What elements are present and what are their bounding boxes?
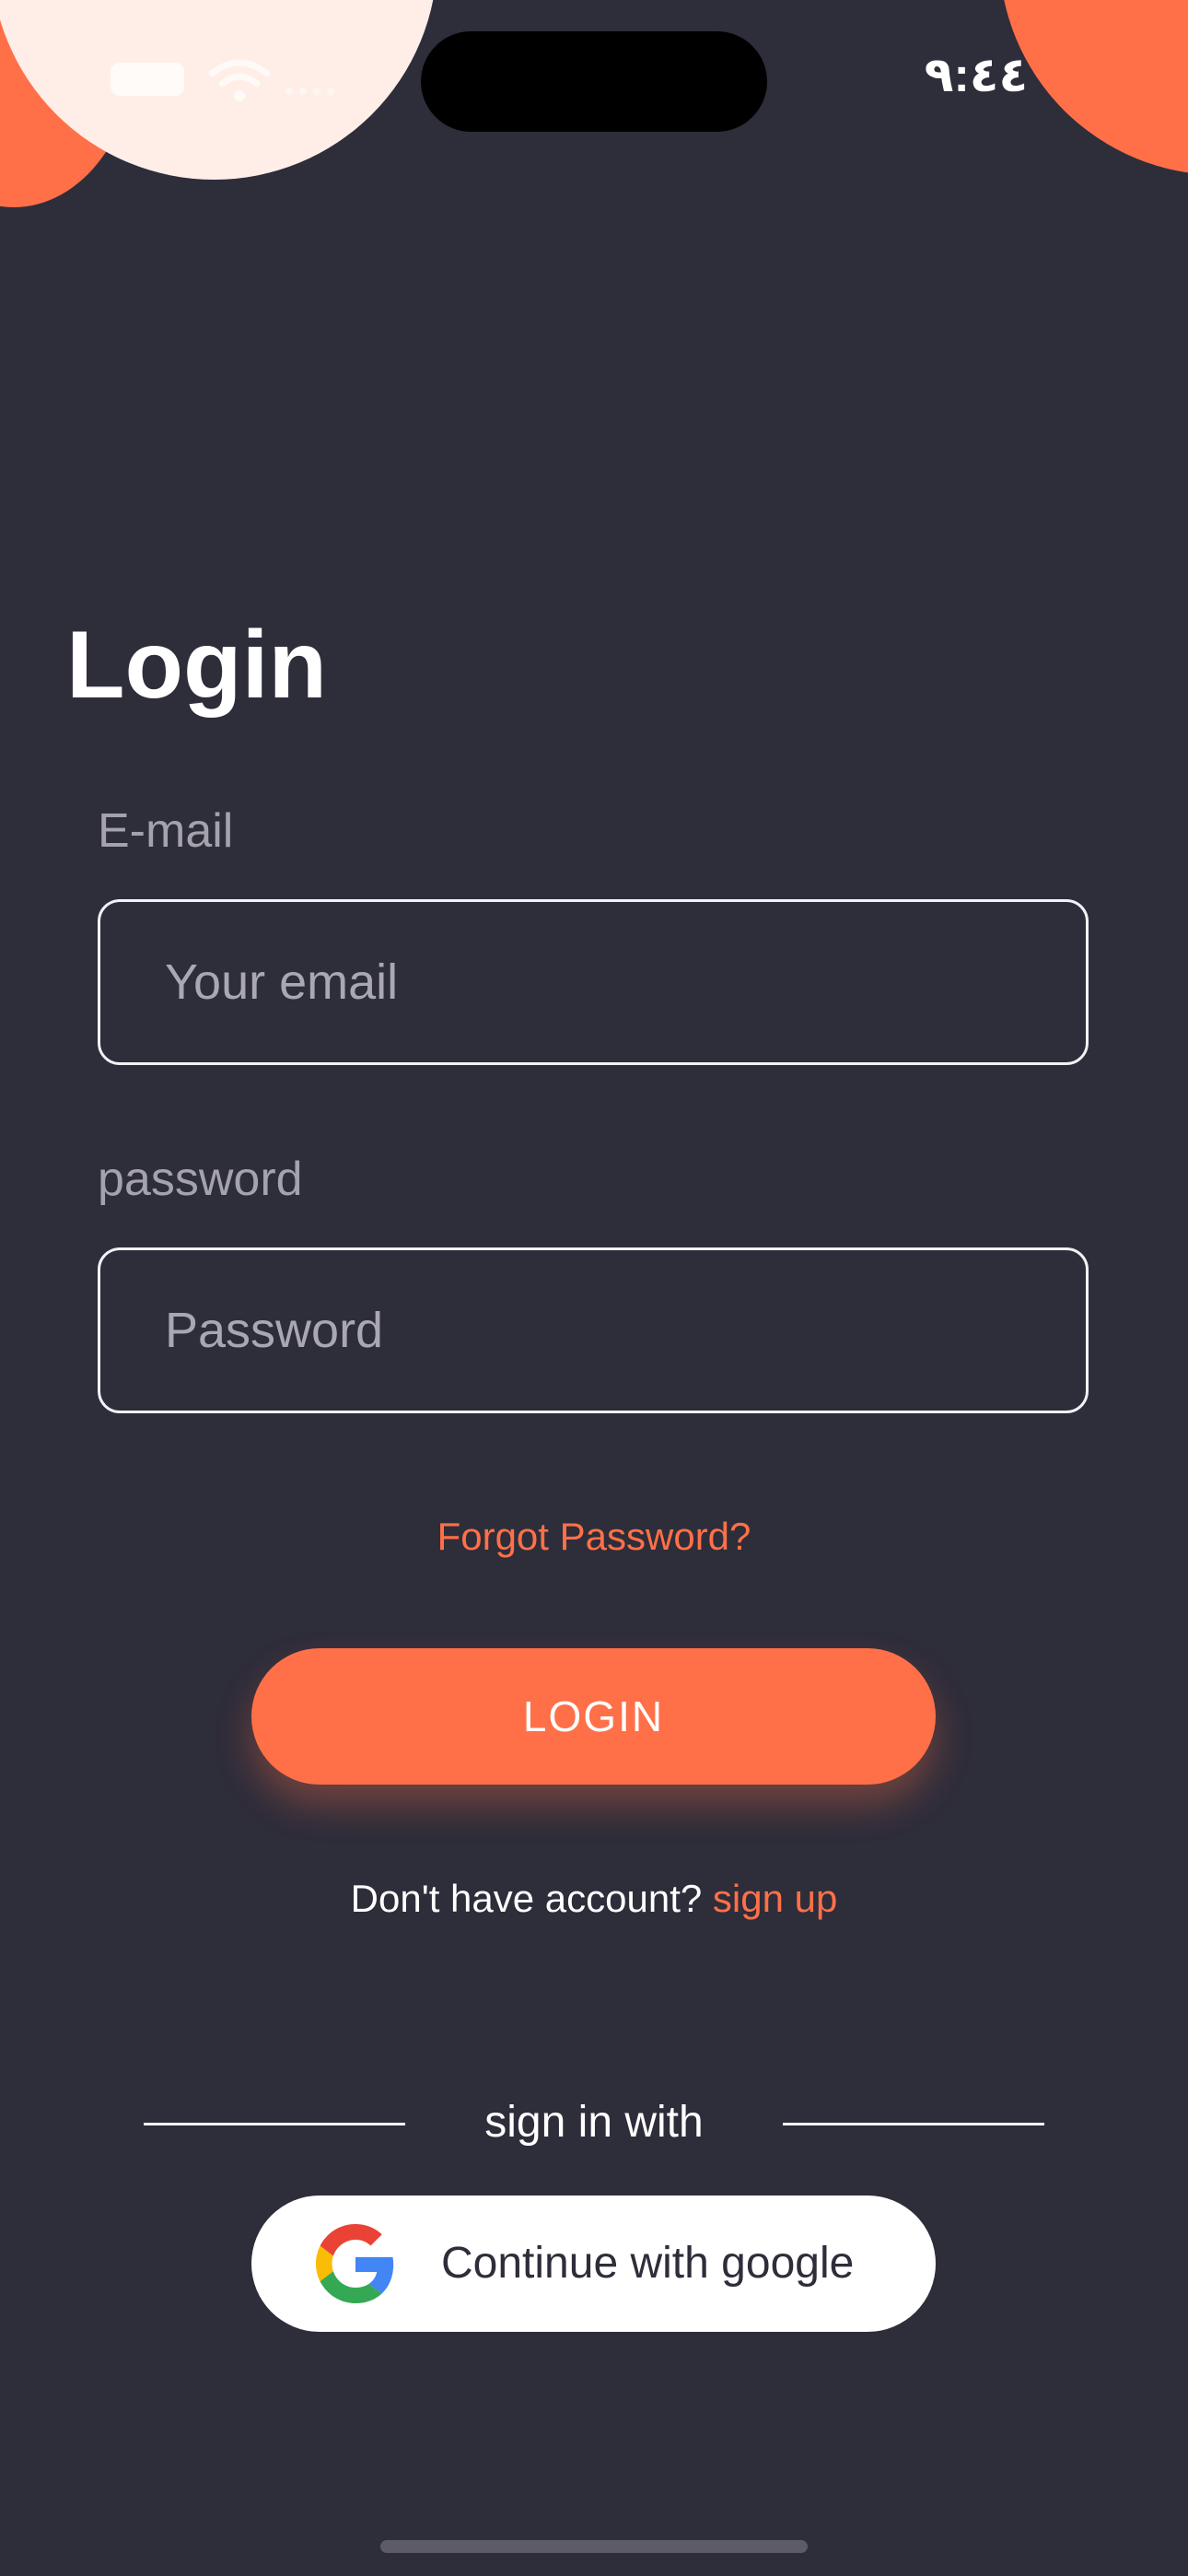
google-icon: [316, 2224, 394, 2303]
password-field-box[interactable]: [98, 1247, 1089, 1413]
email-field-box[interactable]: [98, 899, 1089, 1065]
forgot-password-link[interactable]: Forgot Password?: [0, 1511, 1188, 1563]
no-account-text: Don't have account?: [350, 1877, 703, 1920]
home-indicator[interactable]: [380, 2540, 808, 2553]
email-input[interactable]: [165, 902, 1040, 1062]
google-button-label: Continue with google: [441, 2239, 855, 2288]
login-button[interactable]: LOGIN: [251, 1648, 936, 1785]
login-screen: ٩:٤٤ Login E-mail password Forgot Passwo…: [0, 0, 1188, 2576]
divider-line-right: [783, 2123, 1044, 2125]
password-input[interactable]: [165, 1250, 1040, 1411]
password-label: password: [98, 1153, 303, 1206]
wifi-icon: [208, 59, 271, 101]
signup-prompt: Don't have account? sign up: [0, 1873, 1188, 1925]
cellular-signal-icon: [285, 83, 350, 101]
battery-icon: [111, 63, 184, 96]
page-title: Login: [66, 612, 328, 719]
signup-link[interactable]: sign up: [713, 1877, 837, 1920]
continue-with-google-button[interactable]: Continue with google: [251, 2195, 936, 2332]
sign-in-with-label: sign in with: [484, 2098, 704, 2147]
divider-line-left: [144, 2123, 405, 2125]
email-label: E-mail: [98, 804, 234, 858]
dynamic-island: [421, 31, 767, 132]
status-time: ٩:٤٤: [924, 49, 1029, 102]
